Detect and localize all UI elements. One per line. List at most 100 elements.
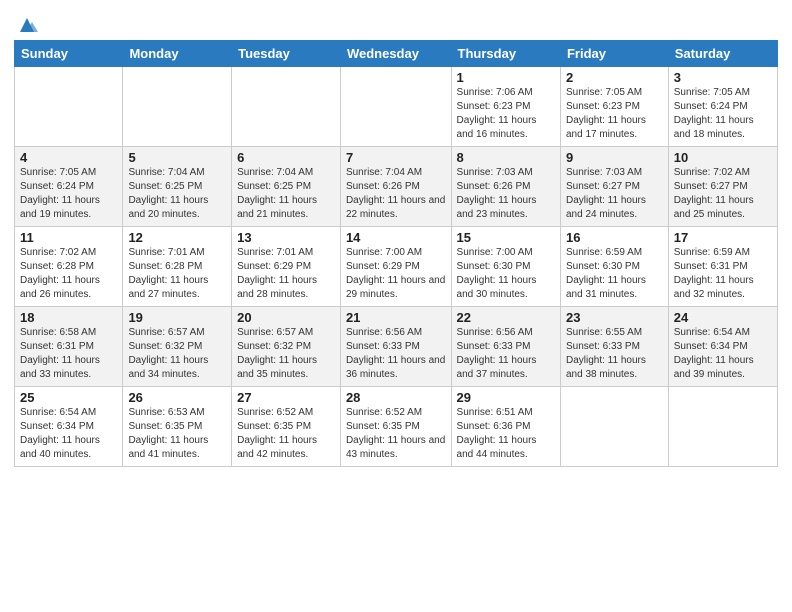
- day-cell: 19Sunrise: 6:57 AM Sunset: 6:32 PM Dayli…: [123, 307, 232, 387]
- day-info: Sunrise: 6:58 AM Sunset: 6:31 PM Dayligh…: [20, 326, 117, 382]
- weekday-thursday: Thursday: [451, 41, 560, 67]
- day-number: 25: [20, 390, 117, 405]
- day-cell: 18Sunrise: 6:58 AM Sunset: 6:31 PM Dayli…: [15, 307, 123, 387]
- day-cell: 13Sunrise: 7:01 AM Sunset: 6:29 PM Dayli…: [232, 227, 341, 307]
- weekday-friday: Friday: [560, 41, 668, 67]
- weekday-sunday: Sunday: [15, 41, 123, 67]
- day-info: Sunrise: 6:59 AM Sunset: 6:30 PM Dayligh…: [566, 246, 663, 302]
- day-number: 20: [237, 310, 335, 325]
- day-info: Sunrise: 6:52 AM Sunset: 6:35 PM Dayligh…: [237, 406, 335, 462]
- day-info: Sunrise: 7:02 AM Sunset: 6:27 PM Dayligh…: [674, 166, 772, 222]
- day-info: Sunrise: 6:57 AM Sunset: 6:32 PM Dayligh…: [237, 326, 335, 382]
- day-cell: [560, 387, 668, 467]
- day-cell: [232, 67, 341, 147]
- day-info: Sunrise: 7:01 AM Sunset: 6:28 PM Dayligh…: [128, 246, 226, 302]
- day-number: 10: [674, 150, 772, 165]
- day-number: 8: [457, 150, 555, 165]
- day-number: 5: [128, 150, 226, 165]
- weekday-header-row: SundayMondayTuesdayWednesdayThursdayFrid…: [15, 41, 778, 67]
- day-info: Sunrise: 6:53 AM Sunset: 6:35 PM Dayligh…: [128, 406, 226, 462]
- day-number: 22: [457, 310, 555, 325]
- day-number: 2: [566, 70, 663, 85]
- day-cell: 20Sunrise: 6:57 AM Sunset: 6:32 PM Dayli…: [232, 307, 341, 387]
- day-cell: [668, 387, 777, 467]
- day-info: Sunrise: 7:00 AM Sunset: 6:29 PM Dayligh…: [346, 246, 446, 302]
- week-row-5: 25Sunrise: 6:54 AM Sunset: 6:34 PM Dayli…: [15, 387, 778, 467]
- day-number: 17: [674, 230, 772, 245]
- day-cell: 10Sunrise: 7:02 AM Sunset: 6:27 PM Dayli…: [668, 147, 777, 227]
- week-row-4: 18Sunrise: 6:58 AM Sunset: 6:31 PM Dayli…: [15, 307, 778, 387]
- day-info: Sunrise: 7:06 AM Sunset: 6:23 PM Dayligh…: [457, 86, 555, 142]
- day-number: 15: [457, 230, 555, 245]
- day-info: Sunrise: 7:01 AM Sunset: 6:29 PM Dayligh…: [237, 246, 335, 302]
- day-cell: 15Sunrise: 7:00 AM Sunset: 6:30 PM Dayli…: [451, 227, 560, 307]
- day-number: 1: [457, 70, 555, 85]
- day-cell: 21Sunrise: 6:56 AM Sunset: 6:33 PM Dayli…: [340, 307, 451, 387]
- day-number: 16: [566, 230, 663, 245]
- day-info: Sunrise: 6:51 AM Sunset: 6:36 PM Dayligh…: [457, 406, 555, 462]
- day-info: Sunrise: 6:52 AM Sunset: 6:35 PM Dayligh…: [346, 406, 446, 462]
- weekday-wednesday: Wednesday: [340, 41, 451, 67]
- day-cell: 1Sunrise: 7:06 AM Sunset: 6:23 PM Daylig…: [451, 67, 560, 147]
- day-cell: 7Sunrise: 7:04 AM Sunset: 6:26 PM Daylig…: [340, 147, 451, 227]
- day-number: 18: [20, 310, 117, 325]
- day-info: Sunrise: 7:02 AM Sunset: 6:28 PM Dayligh…: [20, 246, 117, 302]
- day-info: Sunrise: 6:54 AM Sunset: 6:34 PM Dayligh…: [20, 406, 117, 462]
- day-cell: 2Sunrise: 7:05 AM Sunset: 6:23 PM Daylig…: [560, 67, 668, 147]
- day-info: Sunrise: 6:56 AM Sunset: 6:33 PM Dayligh…: [457, 326, 555, 382]
- week-row-1: 1Sunrise: 7:06 AM Sunset: 6:23 PM Daylig…: [15, 67, 778, 147]
- day-cell: 6Sunrise: 7:04 AM Sunset: 6:25 PM Daylig…: [232, 147, 341, 227]
- day-cell: 22Sunrise: 6:56 AM Sunset: 6:33 PM Dayli…: [451, 307, 560, 387]
- page: SundayMondayTuesdayWednesdayThursdayFrid…: [0, 0, 792, 477]
- day-cell: 27Sunrise: 6:52 AM Sunset: 6:35 PM Dayli…: [232, 387, 341, 467]
- day-cell: [123, 67, 232, 147]
- day-info: Sunrise: 6:59 AM Sunset: 6:31 PM Dayligh…: [674, 246, 772, 302]
- day-cell: 25Sunrise: 6:54 AM Sunset: 6:34 PM Dayli…: [15, 387, 123, 467]
- day-cell: 16Sunrise: 6:59 AM Sunset: 6:30 PM Dayli…: [560, 227, 668, 307]
- day-info: Sunrise: 6:55 AM Sunset: 6:33 PM Dayligh…: [566, 326, 663, 382]
- day-cell: [340, 67, 451, 147]
- day-info: Sunrise: 6:56 AM Sunset: 6:33 PM Dayligh…: [346, 326, 446, 382]
- day-info: Sunrise: 7:04 AM Sunset: 6:25 PM Dayligh…: [128, 166, 226, 222]
- calendar: SundayMondayTuesdayWednesdayThursdayFrid…: [14, 40, 778, 467]
- day-cell: 5Sunrise: 7:04 AM Sunset: 6:25 PM Daylig…: [123, 147, 232, 227]
- day-cell: 28Sunrise: 6:52 AM Sunset: 6:35 PM Dayli…: [340, 387, 451, 467]
- day-number: 29: [457, 390, 555, 405]
- day-cell: 12Sunrise: 7:01 AM Sunset: 6:28 PM Dayli…: [123, 227, 232, 307]
- day-number: 23: [566, 310, 663, 325]
- day-number: 13: [237, 230, 335, 245]
- day-number: 11: [20, 230, 117, 245]
- day-cell: 23Sunrise: 6:55 AM Sunset: 6:33 PM Dayli…: [560, 307, 668, 387]
- day-number: 7: [346, 150, 446, 165]
- day-number: 27: [237, 390, 335, 405]
- day-number: 21: [346, 310, 446, 325]
- day-cell: 17Sunrise: 6:59 AM Sunset: 6:31 PM Dayli…: [668, 227, 777, 307]
- day-cell: 9Sunrise: 7:03 AM Sunset: 6:27 PM Daylig…: [560, 147, 668, 227]
- header: [14, 10, 778, 36]
- logo: [14, 14, 38, 36]
- day-number: 24: [674, 310, 772, 325]
- day-number: 28: [346, 390, 446, 405]
- day-number: 26: [128, 390, 226, 405]
- day-cell: 4Sunrise: 7:05 AM Sunset: 6:24 PM Daylig…: [15, 147, 123, 227]
- day-info: Sunrise: 7:05 AM Sunset: 6:23 PM Dayligh…: [566, 86, 663, 142]
- week-row-2: 4Sunrise: 7:05 AM Sunset: 6:24 PM Daylig…: [15, 147, 778, 227]
- day-number: 12: [128, 230, 226, 245]
- day-info: Sunrise: 7:04 AM Sunset: 6:25 PM Dayligh…: [237, 166, 335, 222]
- day-info: Sunrise: 7:05 AM Sunset: 6:24 PM Dayligh…: [20, 166, 117, 222]
- day-cell: [15, 67, 123, 147]
- weekday-monday: Monday: [123, 41, 232, 67]
- day-info: Sunrise: 7:00 AM Sunset: 6:30 PM Dayligh…: [457, 246, 555, 302]
- weekday-tuesday: Tuesday: [232, 41, 341, 67]
- weekday-saturday: Saturday: [668, 41, 777, 67]
- day-info: Sunrise: 7:03 AM Sunset: 6:27 PM Dayligh…: [566, 166, 663, 222]
- day-number: 9: [566, 150, 663, 165]
- day-info: Sunrise: 7:05 AM Sunset: 6:24 PM Dayligh…: [674, 86, 772, 142]
- day-number: 6: [237, 150, 335, 165]
- day-info: Sunrise: 7:03 AM Sunset: 6:26 PM Dayligh…: [457, 166, 555, 222]
- day-info: Sunrise: 6:57 AM Sunset: 6:32 PM Dayligh…: [128, 326, 226, 382]
- day-info: Sunrise: 7:04 AM Sunset: 6:26 PM Dayligh…: [346, 166, 446, 222]
- day-number: 3: [674, 70, 772, 85]
- day-cell: 11Sunrise: 7:02 AM Sunset: 6:28 PM Dayli…: [15, 227, 123, 307]
- calendar-body: 1Sunrise: 7:06 AM Sunset: 6:23 PM Daylig…: [15, 67, 778, 467]
